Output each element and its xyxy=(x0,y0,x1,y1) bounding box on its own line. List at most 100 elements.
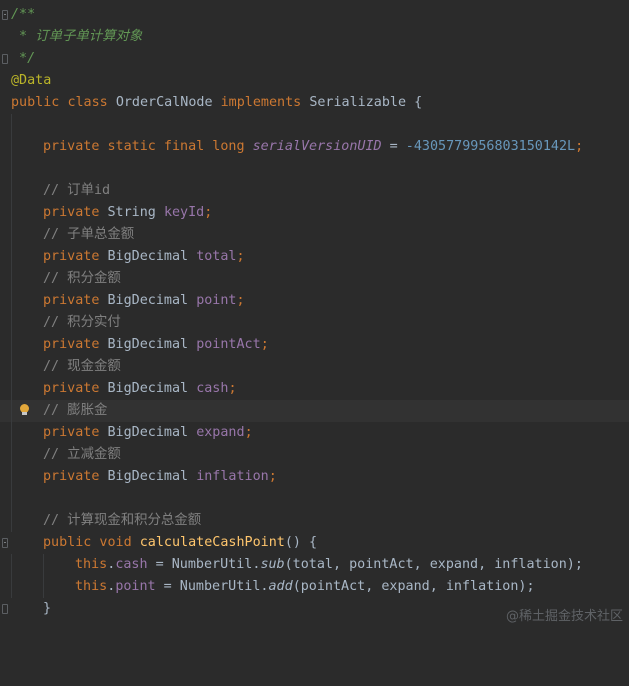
method-signature: public void calculateCashPoint() { xyxy=(43,532,317,554)
fold-toggle-icon[interactable] xyxy=(2,538,8,548)
call-args: (total, pointAct, expand, inflation); xyxy=(284,557,583,572)
watermark: @稀土掘金技术社区 xyxy=(505,609,623,624)
code-line: private String keyId; xyxy=(0,202,629,224)
field-type: BigDecimal xyxy=(107,293,189,308)
code-line: private BigDecimal total; xyxy=(0,246,629,268)
code-line-current: // 膨胀金 xyxy=(0,400,629,422)
field-name: inflation xyxy=(196,469,269,484)
indent-guide xyxy=(11,510,12,532)
field-type: BigDecimal xyxy=(107,469,189,484)
field-ref: cash xyxy=(115,557,148,572)
class-name: OrderCalNode xyxy=(115,95,213,110)
modifiers: private static final long xyxy=(43,139,253,154)
method-close-brace: } xyxy=(43,601,52,616)
indent-guide xyxy=(11,224,12,246)
doc-comment-open: /** xyxy=(11,7,36,22)
static-call: sub xyxy=(260,557,285,572)
doc-comment-close: */ xyxy=(11,51,36,66)
field-name: cash xyxy=(196,381,229,396)
code-line: * 订单子单计算对象 xyxy=(0,26,629,48)
semicolon: ; xyxy=(228,381,237,396)
annotation-data: @Data xyxy=(11,73,52,88)
indent-guide xyxy=(11,378,12,400)
method-comment: // 计算现金和积分总金额 xyxy=(43,513,202,528)
indent-guide xyxy=(11,554,12,576)
keyword-public: public xyxy=(11,95,60,110)
indent-guide xyxy=(11,576,12,598)
keyword-private: private xyxy=(43,293,100,308)
indent-guide xyxy=(11,136,12,158)
code-lines: /** * 订单子单计算对象 */ @Data public class Ord… xyxy=(0,4,629,620)
code-line xyxy=(0,488,629,510)
code-line: private BigDecimal point; xyxy=(0,290,629,312)
field-comment: // 立减金额 xyxy=(43,447,121,462)
field-declaration: private BigDecimal total; xyxy=(43,246,245,268)
indent-guide xyxy=(11,422,12,444)
code-line: private BigDecimal cash; xyxy=(0,378,629,400)
lightbulb-icon[interactable] xyxy=(20,404,29,415)
field-declaration: private BigDecimal point; xyxy=(43,290,245,312)
fold-toggle-icon[interactable] xyxy=(2,10,8,20)
indent-guide xyxy=(11,312,12,334)
field-declaration: private BigDecimal pointAct; xyxy=(43,334,269,356)
field-declaration: private String keyId; xyxy=(43,202,212,224)
keyword-this: this xyxy=(75,579,108,594)
indent-guide xyxy=(11,400,12,422)
keyword-private: private xyxy=(43,469,100,484)
field-type: BigDecimal xyxy=(107,249,189,264)
semicolon: ; xyxy=(268,469,277,484)
code-line: @Data xyxy=(0,70,629,92)
field-name: point xyxy=(196,293,237,308)
keyword-class: class xyxy=(67,95,108,110)
code-line: this.point = NumberUtil.add(pointAct, ex… xyxy=(0,576,629,598)
keyword-private: private xyxy=(43,425,100,440)
indent-guide xyxy=(11,114,12,136)
indent-guide xyxy=(11,334,12,356)
code-line: // 订单id xyxy=(0,180,629,202)
field-declaration: private BigDecimal cash; xyxy=(43,378,237,400)
field-type: String xyxy=(107,205,156,220)
serial-value: -4305779956803150142L xyxy=(405,139,576,154)
semicolon: ; xyxy=(575,139,584,154)
code-line xyxy=(0,114,629,136)
indent-guide xyxy=(43,554,44,576)
statement-cash: this.cash = NumberUtil.sub(total, pointA… xyxy=(75,554,583,576)
semicolon: ; xyxy=(204,205,213,220)
keyword-implements: implements xyxy=(220,95,302,110)
keyword-private: private xyxy=(43,381,100,396)
field-declaration: private BigDecimal inflation; xyxy=(43,466,277,488)
semicolon: ; xyxy=(260,337,269,352)
code-line xyxy=(0,158,629,180)
indent-guide xyxy=(11,466,12,488)
indent-guide xyxy=(11,356,12,378)
indent-guide xyxy=(11,158,12,180)
indent-guide xyxy=(11,290,12,312)
code-line: // 积分实付 xyxy=(0,312,629,334)
code-line: public void calculateCashPoint() { xyxy=(0,532,629,554)
field-comment: // 积分实付 xyxy=(43,315,121,330)
keyword-private: private xyxy=(43,249,100,264)
indent-guide xyxy=(11,180,12,202)
field-comment: // 现金金额 xyxy=(43,359,121,374)
code-line: /** xyxy=(0,4,629,26)
fold-end-icon[interactable] xyxy=(2,604,8,614)
field-name: pointAct xyxy=(196,337,261,352)
method-sig-rest: () { xyxy=(284,535,318,550)
indent-guide xyxy=(43,576,44,598)
code-line: private BigDecimal pointAct; xyxy=(0,334,629,356)
assign-expr: = NumberUtil. xyxy=(147,557,261,572)
code-line: // 立减金额 xyxy=(0,444,629,466)
field-ref: point xyxy=(115,579,156,594)
interface-name: Serializable xyxy=(309,95,407,110)
fold-end-icon[interactable] xyxy=(2,54,8,64)
code-editor[interactable]: /** * 订单子单计算对象 */ @Data public class Ord… xyxy=(0,0,629,628)
code-line: private BigDecimal expand; xyxy=(0,422,629,444)
assign-expr: = NumberUtil. xyxy=(155,579,269,594)
indent-guide xyxy=(11,488,12,510)
indent-guide xyxy=(11,246,12,268)
indent-guide xyxy=(11,444,12,466)
semicolon: ; xyxy=(244,425,253,440)
method-modifiers: public void xyxy=(43,535,140,550)
indent-guide xyxy=(11,268,12,290)
method-name: calculateCashPoint xyxy=(139,535,285,550)
